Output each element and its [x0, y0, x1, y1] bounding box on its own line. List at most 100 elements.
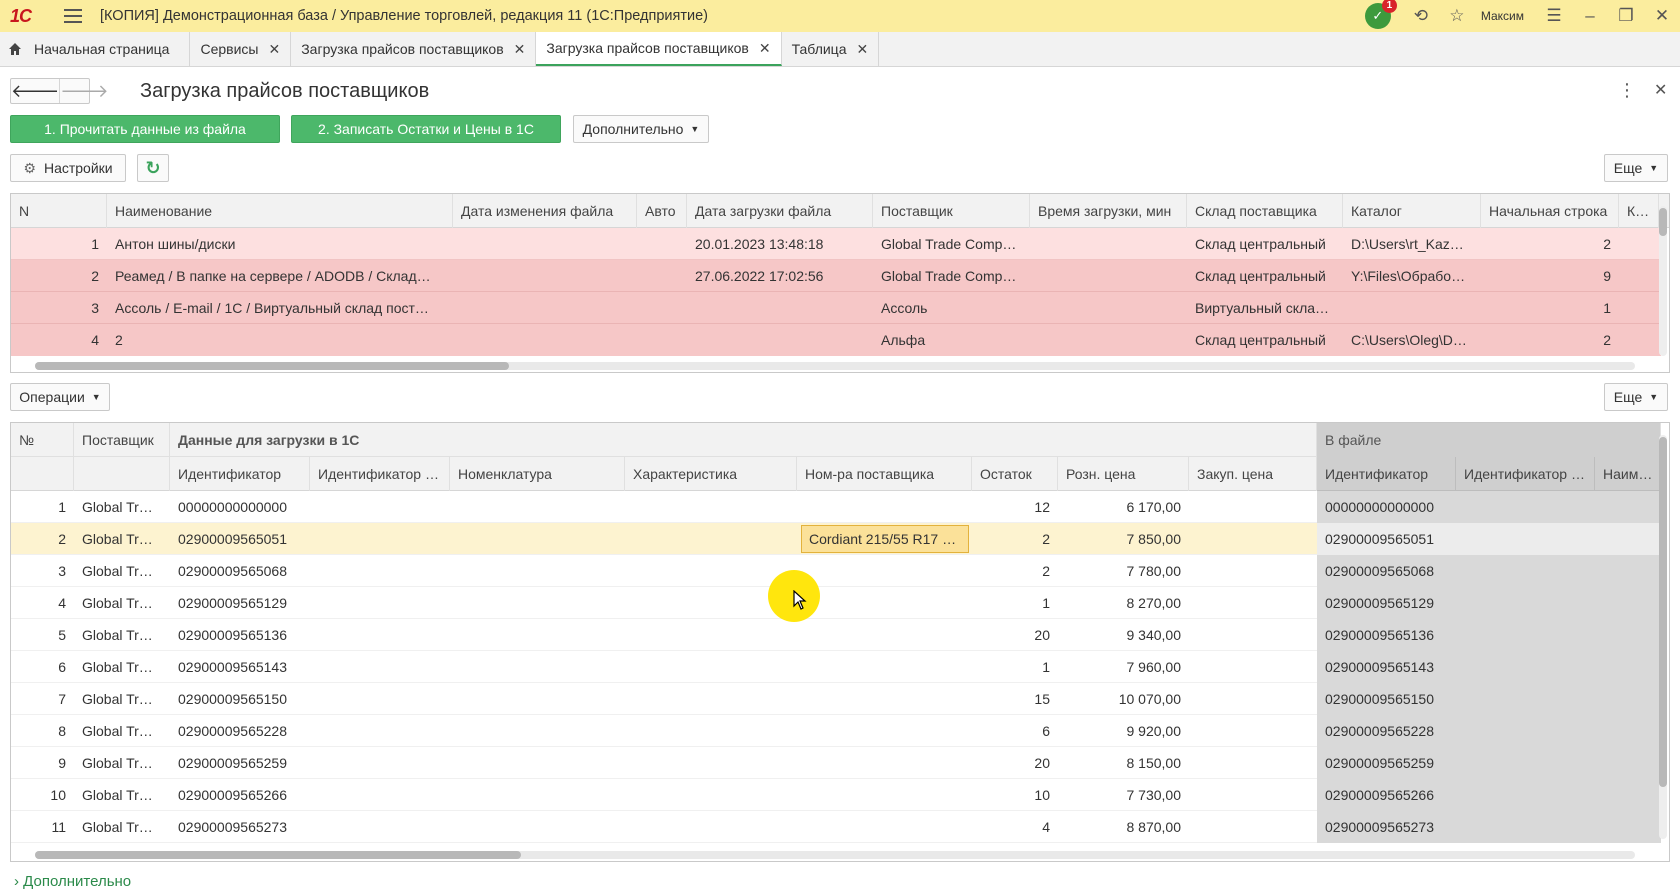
scrollbar-thumb[interactable] — [35, 362, 509, 370]
col-header-load-date[interactable]: Дата загрузки файла — [687, 194, 873, 228]
tab-home[interactable]: Начальная страница — [0, 32, 191, 66]
refresh-icon[interactable]: ↻ — [137, 154, 169, 182]
col-header-identifier[interactable]: Идентификатор — [170, 457, 310, 491]
table-row[interactable]: 9 Global Tr… 02900009565259 20 8 150,00 — [11, 747, 1317, 779]
additional-section-label: Дополнительно — [23, 873, 132, 890]
supplier-nomenclature-editor[interactable]: Cordiant 215/55 R17 … — [801, 525, 969, 553]
table-row[interactable]: 10 Global Tr… 02900009565266 10 7 730,00 — [11, 779, 1317, 811]
close-form-icon[interactable]: ✕ — [1654, 80, 1667, 100]
settings-menu-icon[interactable]: ☰ — [1536, 0, 1572, 32]
notifications-badge: 1 — [1381, 0, 1397, 13]
file-row[interactable]: 02900009565273 — [1317, 811, 1661, 843]
table-row[interactable]: 1 Антон шины/диски 20.01.2023 13:48:18 G… — [11, 228, 1661, 260]
col-header-load-time[interactable]: Время загрузки, мин — [1030, 194, 1187, 228]
col-header-file-name[interactable]: Наимен — [1595, 457, 1661, 491]
close-window-icon[interactable]: ✕ — [1644, 0, 1680, 32]
supplier-name: Реамед / В папке на сервере / ADODB / Ск… — [115, 268, 431, 284]
table-row[interactable]: 3 Ассоль / E-mail / 1С / Виртуальный скл… — [11, 292, 1661, 324]
scrollbar-thumb[interactable] — [1659, 208, 1667, 236]
table-row[interactable]: 7 Global Tr… 02900009565150 15 10 070,00 — [11, 683, 1317, 715]
horizontal-scrollbar[interactable] — [35, 362, 1635, 370]
notifications-icon[interactable]: ✓ 1 — [1364, 0, 1397, 29]
table-row[interactable]: 4 Global Tr… 02900009565129 1 8 270,00 — [11, 587, 1317, 619]
tab-services[interactable]: Сервисы ✕ — [190, 32, 292, 66]
tab-label: Таблица — [791, 41, 847, 57]
col-header-file-identifier-2[interactable]: Идентификатор … — [1456, 457, 1595, 491]
favorites-star-icon[interactable]: ☆ — [1439, 0, 1475, 32]
col-header-retail-price[interactable]: Розн. цена — [1058, 457, 1189, 491]
file-row[interactable]: 02900009565150 — [1317, 683, 1661, 715]
col-header-auto[interactable]: Авто — [637, 194, 687, 228]
table-row[interactable]: 11 Global Tr… 02900009565273 4 8 870,00 — [11, 811, 1317, 843]
maximize-icon[interactable]: ❐ — [1608, 0, 1644, 32]
write-stock-prices-button[interactable]: 2. Записать Остатки и Цены в 1С — [291, 115, 561, 143]
file-row[interactable]: 02900009565051 — [1317, 523, 1661, 555]
table-row[interactable]: 2 Global Tr… 02900009565051 2 7 850,00 Cordia… — [11, 523, 1317, 555]
col-header-purchase-price[interactable]: Закуп. цена — [1189, 457, 1317, 491]
file-row[interactable]: 02900009565068 — [1317, 555, 1661, 587]
file-row[interactable]: 02900009565228 — [1317, 715, 1661, 747]
operations-dropdown[interactable]: Операции ▼ — [10, 383, 110, 411]
more-actions-dropdown[interactable]: Дополнительно ▼ — [573, 115, 709, 143]
close-icon[interactable]: ✕ — [857, 41, 869, 58]
col-header-name[interactable]: Наименование — [107, 194, 453, 228]
more-bottom-button[interactable]: Еще ▼ — [1604, 383, 1668, 411]
col-header-supplier-nomenclature[interactable]: Ном-ра поставщика — [797, 457, 972, 491]
col-header-start-row[interactable]: Начальная строка — [1481, 194, 1619, 228]
horizontal-scrollbar[interactable] — [35, 851, 1635, 859]
additional-section-toggle[interactable]: › Дополнительно — [14, 873, 131, 890]
file-row[interactable]: 02900009565129 — [1317, 587, 1661, 619]
catalog: D:\Users\rt_Kaz… — [1351, 236, 1464, 252]
col-header-characteristic[interactable]: Характеристика — [625, 457, 797, 491]
col-header-nomenclature[interactable]: Номенклатура — [450, 457, 625, 491]
main-menu-icon[interactable] — [64, 9, 82, 23]
table-row[interactable]: 3 Global Tr… 02900009565068 2 7 780,00 — [11, 555, 1317, 587]
minimize-icon[interactable]: – — [1572, 0, 1608, 32]
scrollbar-thumb[interactable] — [1659, 437, 1667, 787]
table-row[interactable]: 5 Global Tr… 02900009565136 20 9 340,00 — [11, 619, 1317, 651]
file-row[interactable]: 02900009565136 — [1317, 619, 1661, 651]
table-row[interactable]: 1 Global Tr… 00000000000000 12 6 170,00 — [11, 491, 1317, 523]
back-arrow-icon[interactable]: 🡐 — [11, 79, 59, 103]
close-icon[interactable]: ✕ — [268, 41, 280, 58]
table-row[interactable]: 6 Global Tr… 02900009565143 1 7 960,00 — [11, 651, 1317, 683]
table-row[interactable]: 8 Global Tr… 02900009565228 6 9 920,00 — [11, 715, 1317, 747]
col-header-supplier[interactable]: Поставщик — [873, 194, 1030, 228]
table-row[interactable]: 4 2 Альфа Склад центральный C:\Users\Ole… — [11, 324, 1661, 356]
user-name[interactable]: Максим — [1481, 9, 1524, 23]
file-row[interactable]: 02900009565259 — [1317, 747, 1661, 779]
file-row[interactable]: 02900009565266 — [1317, 779, 1661, 811]
vertical-scrollbar[interactable] — [1659, 435, 1667, 839]
file-identifier: 02900009565136 — [1325, 627, 1435, 643]
read-file-button[interactable]: 1. Прочитать данные из файла — [10, 115, 280, 143]
col-header-n[interactable]: N — [11, 194, 107, 228]
col-header-stock[interactable]: Остаток — [972, 457, 1058, 491]
col-header-file-identifier[interactable]: Идентификатор — [1317, 457, 1456, 491]
col-header-file-date[interactable]: Дата изменения файла — [453, 194, 637, 228]
more-vertical-icon[interactable]: ⋮ — [1618, 80, 1636, 101]
vertical-scrollbar[interactable] — [1659, 206, 1667, 356]
tab-table[interactable]: Таблица ✕ — [782, 32, 880, 66]
col-header-warehouse[interactable]: Склад поставщика — [1187, 194, 1343, 228]
close-icon[interactable]: ✕ — [514, 41, 526, 58]
history-icon[interactable]: ⟲ — [1403, 0, 1439, 32]
load-date: 27.06.2022 17:02:56 — [695, 268, 824, 284]
settings-button[interactable]: ⚙ Настройки — [10, 154, 126, 182]
tab-price-loading-2[interactable]: Загрузка прайсов поставщиков ✕ — [536, 32, 782, 66]
file-row[interactable]: 02900009565143 — [1317, 651, 1661, 683]
close-icon[interactable]: ✕ — [759, 40, 771, 57]
row-retail-price: 10 070,00 — [1118, 691, 1181, 707]
more-top-button[interactable]: Еще ▼ — [1604, 154, 1668, 182]
col-header-catalog[interactable]: Каталог — [1343, 194, 1481, 228]
col-header-count[interactable]: Кол — [1619, 194, 1659, 228]
table-row[interactable]: 2 Реамед / В папке на сервере / ADODB / … — [11, 260, 1661, 292]
col-header-num[interactable]: № — [11, 423, 74, 491]
file-identifier: 02900009565228 — [1325, 723, 1435, 739]
col-header-supplier[interactable]: Поставщик — [74, 423, 170, 491]
col-header-identifier-2[interactable]: Идентификатор … — [310, 457, 450, 491]
file-row[interactable]: 00000000000000 — [1317, 491, 1661, 523]
scrollbar-thumb[interactable] — [35, 851, 521, 859]
tab-price-loading-1[interactable]: Загрузка прайсов поставщиков ✕ — [291, 32, 537, 66]
app-logo[interactable]: 1С — [10, 6, 44, 27]
forward-arrow-icon[interactable]: 🡒 — [59, 79, 109, 103]
